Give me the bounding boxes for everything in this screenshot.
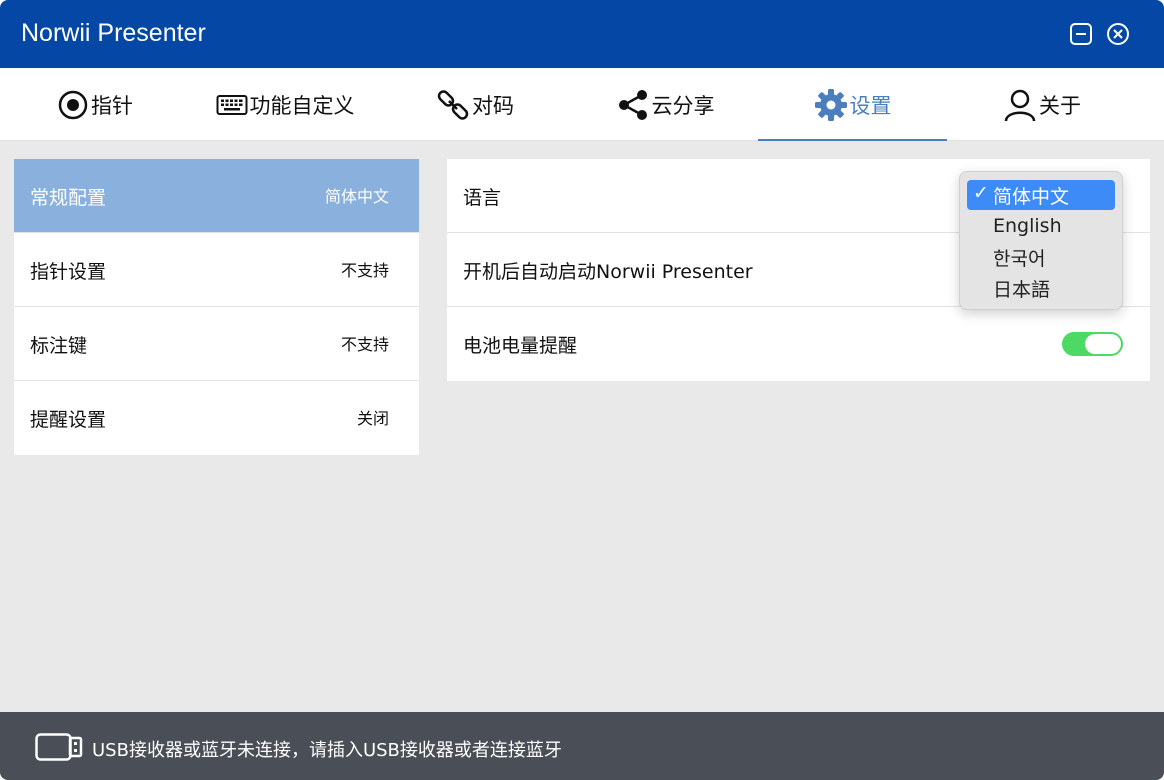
tab-about[interactable]: 关于: [947, 68, 1137, 141]
tab-label: 功能自定义: [249, 93, 355, 118]
tab-bar: 指针 功能自定义 对码 云分享 设置 关于: [0, 68, 1164, 141]
keyboard-icon: [216, 94, 247, 115]
category-label: 标注键: [30, 335, 88, 357]
option-label: English: [993, 215, 1062, 237]
toggle-knob: [1085, 334, 1121, 354]
battery-reminder-toggle[interactable]: [1062, 332, 1123, 356]
link-icon: [437, 89, 469, 120]
language-label: 语言: [463, 187, 502, 209]
battery-reminder-row: 电池电量提醒: [447, 307, 1150, 381]
tab-cloud-share[interactable]: 云分享: [570, 68, 760, 141]
user-icon: [1004, 89, 1036, 121]
window-title: Norwii Presenter: [21, 19, 206, 47]
category-value: 不支持: [340, 335, 389, 354]
autostart-label: 开机后自动启动Norwii Presenter: [463, 261, 753, 283]
category-label: 常规配置: [30, 187, 107, 209]
tab-label: 关于: [1039, 93, 1081, 118]
tab-label: 指针: [91, 93, 133, 118]
tab-pairing[interactable]: 对码: [380, 68, 570, 141]
language-option-en[interactable]: English: [967, 211, 1115, 241]
tab-settings[interactable]: 设置: [758, 68, 947, 141]
app-window: Norwii Presenter 指针 功能自定义 对码 云分享 设置 关于 常…: [0, 0, 1164, 780]
status-bar: USB接收器或蓝牙未连接，请插入USB接收器或者连接蓝牙: [0, 712, 1164, 780]
settings-category-list: 常规配置 简体中文 指针设置 不支持 标注键 不支持 提醒设置 关闭: [14, 159, 419, 455]
tab-label: 云分享: [651, 93, 715, 118]
tab-label: 对码: [472, 93, 514, 118]
tab-custom-functions[interactable]: 功能自定义: [190, 68, 380, 141]
category-label: 指针设置: [30, 261, 107, 283]
title-bar: Norwii Presenter: [0, 0, 1164, 68]
pointer-icon: [58, 90, 88, 119]
language-option-ko[interactable]: 한국어: [967, 242, 1115, 272]
close-icon: [1107, 23, 1129, 45]
option-label: 한국어: [993, 247, 1046, 270]
language-dropdown-menu: ✓ 简体中文 English 한국어 日本語: [959, 171, 1123, 310]
battery-reminder-label: 电池电量提醒: [463, 335, 578, 357]
tab-pointer[interactable]: 指针: [0, 68, 190, 141]
language-option-zh-cn[interactable]: ✓ 简体中文: [967, 180, 1115, 210]
category-annotation-key[interactable]: 标注键 不支持: [14, 307, 419, 381]
category-pointer[interactable]: 指针设置 不支持: [14, 233, 419, 307]
language-option-ja[interactable]: 日本語: [967, 273, 1115, 303]
usb-dongle-icon: [35, 733, 83, 761]
category-value: 关闭: [356, 409, 389, 428]
checkmark-icon: ✓: [973, 182, 989, 204]
connection-status-text: USB接收器或蓝牙未连接，请插入USB接收器或者连接蓝牙: [92, 740, 562, 761]
gear-icon: [814, 88, 847, 121]
close-button[interactable]: [1106, 22, 1130, 46]
category-reminder[interactable]: 提醒设置 关闭: [14, 381, 419, 455]
option-label: 日本語: [993, 278, 1051, 301]
category-general[interactable]: 常规配置 简体中文: [14, 159, 419, 233]
option-label: 简体中文: [993, 185, 1070, 208]
share-icon: [618, 89, 647, 120]
category-value: 不支持: [340, 261, 389, 280]
minimize-button[interactable]: [1069, 22, 1093, 46]
category-value: 简体中文: [324, 187, 389, 206]
category-label: 提醒设置: [30, 409, 107, 431]
tab-label: 设置: [849, 93, 892, 118]
minimize-icon: [1070, 23, 1092, 45]
